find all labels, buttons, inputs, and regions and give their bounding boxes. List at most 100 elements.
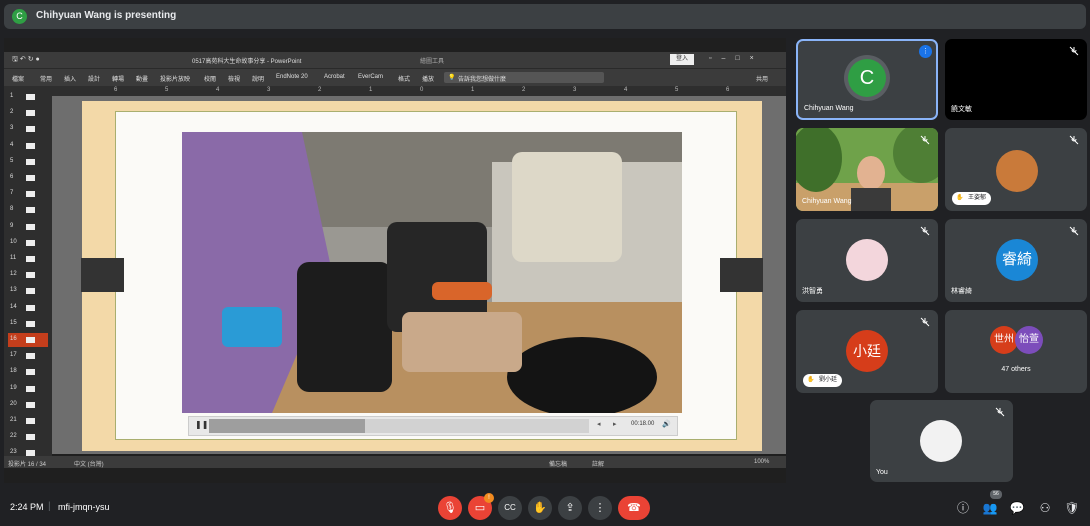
slide-thumb-icon [26, 126, 35, 133]
slide-number: 4 [10, 141, 14, 148]
skip-back-icon[interactable]: ◂ [597, 420, 601, 428]
slide-thumbnail[interactable]: 1 [8, 90, 48, 104]
menu-item[interactable]: 檔案 [12, 74, 24, 83]
leave-call-button[interactable]: ☎ [618, 496, 650, 520]
others-tile[interactable]: 世州 怡萱 47 others [945, 310, 1087, 393]
comments-button[interactable]: 註解 [592, 459, 604, 468]
slide-thumb-icon [26, 385, 35, 392]
participant-tile[interactable]: 王姿郁 [945, 128, 1087, 211]
login-button[interactable]: 登入 [670, 54, 695, 65]
host-controls-icon[interactable]: 🛡 [1062, 498, 1082, 518]
skip-forward-icon[interactable]: ▸ [613, 420, 617, 428]
participant-tile[interactable]: 睿綺 林睿綺 [945, 219, 1087, 302]
more-options-button[interactable]: ⋮ [588, 496, 612, 520]
self-tile[interactable]: You [870, 400, 1013, 482]
slide-thumb-icon [26, 401, 35, 408]
slide-number: 22 [10, 433, 17, 440]
menu-item[interactable]: 說明 [252, 74, 264, 83]
participant-name: 洪智勇 [802, 288, 823, 295]
participant-tile[interactable]: Chihyuan Wang [796, 128, 938, 211]
menu-item[interactable]: 動畫 [136, 74, 148, 83]
slide-thumbnail[interactable]: 18 [8, 365, 48, 379]
menu-item[interactable]: 格式 [398, 74, 410, 83]
participant-avatar: 怡萱 [1015, 326, 1043, 354]
slide-thumbnail[interactable]: 11 [8, 252, 48, 266]
menu-item[interactable]: 播放 [422, 74, 434, 83]
present-button[interactable]: ⇪ [558, 496, 582, 520]
participant-tile[interactable]: C ⋮ Chihyuan Wang [796, 39, 938, 120]
menu-item[interactable]: 設計 [88, 74, 100, 83]
tell-me-search[interactable]: 💡 告訴我您想做什麼 [444, 72, 604, 83]
mic-off-icon [1069, 226, 1079, 236]
video-frame[interactable] [182, 132, 682, 413]
slide-thumbnail[interactable]: 3 [8, 122, 48, 136]
window-controls[interactable]: ▫–□× [709, 55, 764, 62]
slide-thumbnail[interactable]: 16 [8, 333, 48, 347]
slide-thumbnail[interactable]: 10 [8, 236, 48, 250]
video-time: 00:18.00 [631, 421, 655, 427]
activities-icon[interactable]: ⚇ [1035, 498, 1055, 518]
slide-number: 6 [10, 174, 14, 180]
slide-thumbnail[interactable]: 20 [8, 398, 48, 412]
slide-thumbnail[interactable]: 22 [8, 430, 48, 444]
slide-thumbnail[interactable]: 19 [8, 382, 48, 396]
volume-icon[interactable]: 🔊 [662, 420, 671, 428]
mic-off-icon [995, 407, 1005, 417]
slide-thumbnail[interactable]: 9 [8, 220, 48, 234]
slide-thumbnail[interactable]: 8 [8, 203, 48, 217]
search-placeholder: 告訴我您想做什麼 [458, 77, 507, 83]
participant-name: 林睿綺 [951, 288, 972, 295]
menu-item[interactable]: Acrobat [324, 74, 345, 80]
participant-avatar [996, 150, 1038, 192]
slide-thumbnail[interactable]: 5 [8, 155, 48, 169]
menu-item[interactable]: 校閱 [204, 74, 216, 83]
participant-tile[interactable]: 小廷 劉小廷 [796, 310, 938, 393]
menu-item[interactable]: EverCam [358, 74, 383, 80]
slide-thumbnail[interactable]: 15 [8, 317, 48, 331]
slide-thumbnail[interactable]: 13 [8, 284, 48, 298]
menu-item[interactable]: 轉場 [112, 74, 124, 83]
slide-thumbnail[interactable]: 17 [8, 349, 48, 363]
slide-thumbnail[interactable]: 4 [8, 139, 48, 153]
slide-thumbnail[interactable]: 2 [8, 106, 48, 120]
menu-item[interactable]: 常用 [40, 74, 52, 83]
info-icon[interactable]: ⓘ [953, 498, 973, 518]
slide-thumbnail[interactable]: 7 [8, 187, 48, 201]
slide-thumb-icon [26, 418, 35, 424]
menu-item[interactable]: 檢視 [228, 74, 240, 83]
slide-number: 5 [10, 157, 14, 164]
slide-tab-right [720, 258, 763, 292]
slide-number: 1 [10, 93, 14, 99]
participant-tile[interactable]: 洪智勇 [796, 219, 938, 302]
slide-thumb-icon [26, 142, 35, 149]
menu-item[interactable]: 投影片放映 [160, 74, 190, 83]
slide-thumbnail[interactable]: 12 [8, 268, 48, 282]
slide-number: 3 [10, 125, 14, 132]
participant-tile[interactable]: 饒文敏 [945, 39, 1087, 120]
slide-thumb-icon [26, 110, 35, 117]
slide-thumb-icon [26, 207, 35, 214]
quick-access-icons[interactable]: 🖫 ↶ ↻ ● [12, 55, 40, 66]
ruler-tick: 1 [471, 87, 475, 93]
captions-button[interactable]: CC [498, 496, 522, 520]
share-button[interactable]: 共用 [756, 74, 768, 83]
notes-button[interactable]: 備忘稿 [549, 459, 567, 468]
raise-hand-button[interactable]: ✋ [528, 496, 552, 520]
menu-item[interactable]: EndNote 20 [276, 74, 308, 80]
slide-thumb-icon [26, 337, 35, 343]
slide-thumbnail[interactable]: 14 [8, 301, 48, 315]
slide-thumb-icon [26, 320, 35, 327]
people-icon[interactable]: 👥 [980, 498, 1000, 518]
menu-item[interactable]: 插入 [64, 74, 76, 83]
pause-icon[interactable]: ❚❚ [195, 420, 208, 429]
chat-icon[interactable]: 💬 [1007, 498, 1027, 518]
ruler-tick: 4 [216, 87, 220, 93]
lightbulb-icon: 💡 [448, 75, 456, 81]
slide-thumb-icon [26, 158, 35, 165]
slide-thumbnail[interactable]: 6 [8, 171, 48, 185]
slide-thumbnail[interactable]: 21 [8, 414, 48, 428]
ruler-tick: 3 [267, 87, 271, 93]
slide-number: 11 [10, 255, 17, 261]
presenter-avatar: C [12, 9, 27, 24]
mic-off-button[interactable]: 🎙 [438, 496, 462, 520]
